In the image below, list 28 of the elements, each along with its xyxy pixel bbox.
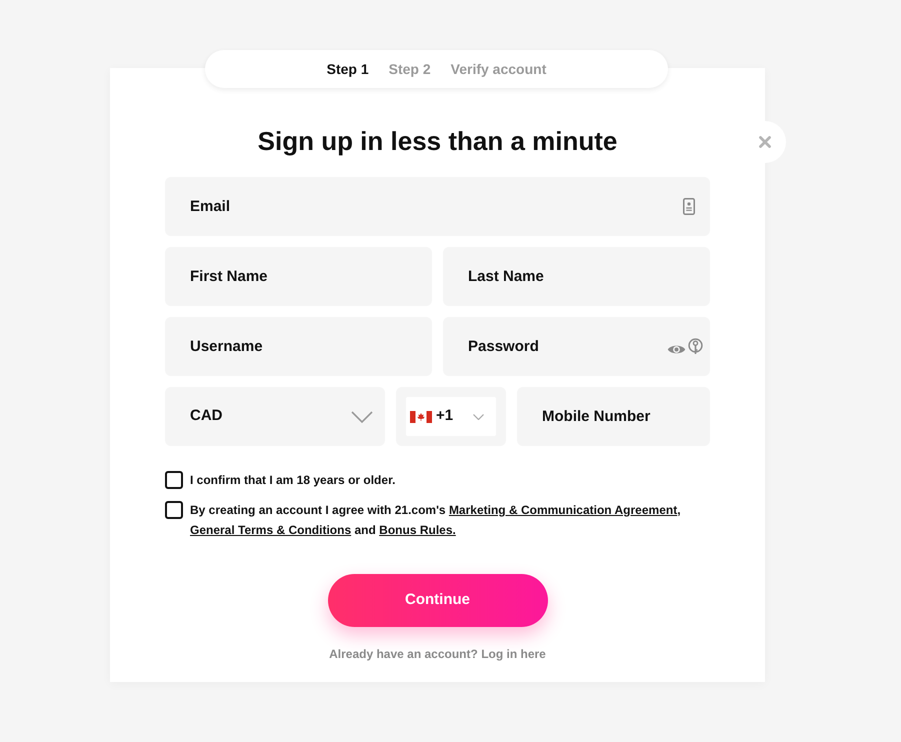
key-icon — [688, 338, 703, 355]
country-code-select[interactable]: +1 — [406, 397, 496, 436]
checkbox[interactable] — [165, 471, 183, 489]
chevron-down-icon — [351, 410, 373, 422]
terms-link[interactable]: General Terms & Conditions — [190, 523, 352, 537]
step-label: Step 1 — [326, 60, 369, 78]
input-field[interactable]: Username — [165, 317, 432, 376]
agreement-text: By creating an account I agree with 21.com's Marketing & Communication Agreement, General Terms & Conditions and Bonus Rules. — [190, 502, 682, 539]
form-title: Sign up in less than a minute — [256, 126, 618, 157]
contact-card-icon — [683, 198, 695, 215]
login-prompt: Already have an account? Log in here — [328, 646, 547, 663]
step-label: Verify account — [450, 60, 546, 78]
continue-button[interactable]: Continue — [328, 574, 548, 627]
chevron-down-icon — [473, 414, 484, 420]
phone-field[interactable]: Mobile Number — [517, 387, 710, 446]
input-field[interactable]: Last Name — [443, 247, 710, 306]
email-field[interactable]: Email — [165, 177, 710, 236]
checkbox[interactable] — [165, 501, 183, 519]
eye-icon — [667, 343, 686, 356]
terms-link[interactable]: Marketing & Communication Agreement — [448, 503, 678, 517]
flag-icon — [410, 410, 432, 422]
agreement-text: I confirm that I am 18 years or older. — [190, 472, 396, 489]
terms-link[interactable]: Bonus Rules. — [379, 523, 456, 537]
input-field[interactable]: First Name — [165, 247, 432, 306]
password-field[interactable]: Password — [443, 317, 710, 376]
currency-select[interactable]: CAD — [165, 387, 385, 446]
step-label: Step 2 — [388, 60, 431, 78]
close-icon — [759, 136, 771, 148]
